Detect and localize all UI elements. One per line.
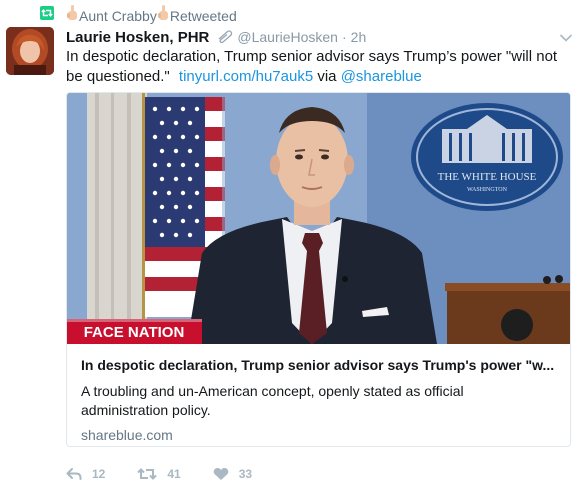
reply-count: 12 xyxy=(92,467,106,481)
like-button[interactable]: 33 xyxy=(213,467,252,481)
tweet-header: Laurie Hosken, PHR @LaurieHosken · 2h xyxy=(66,27,366,47)
retweet-icon xyxy=(137,468,158,480)
seal-title: THE WHITE HOUSE xyxy=(438,171,537,183)
reply-icon xyxy=(66,468,82,480)
reply-button[interactable]: 12 xyxy=(66,467,105,481)
timestamp[interactable]: 2h xyxy=(351,29,367,45)
retweet-count: 41 xyxy=(167,467,181,481)
mention-link[interactable]: @shareblue xyxy=(341,68,422,85)
avatar[interactable] xyxy=(6,27,54,75)
tweet-text: In despotic declaration, Trump senior ad… xyxy=(66,47,571,87)
tweet[interactable]: Aunt Crabby Retweeted Laurie Hosken, PHR xyxy=(0,0,585,496)
retweet-context: Aunt Crabby Retweeted xyxy=(66,5,237,26)
card-image[interactable]: THE WHITE HOUSE WASHINGTON FACE NATION xyxy=(67,93,570,344)
card-title[interactable]: In despotic declaration, Trump senior ad… xyxy=(81,356,556,375)
separator-dot: · xyxy=(341,29,347,45)
paperclip-icon xyxy=(216,30,234,44)
heart-icon xyxy=(213,468,229,480)
card-domain[interactable]: shareblue.com xyxy=(81,426,556,445)
card-body[interactable]: In despotic declaration, Trump senior ad… xyxy=(67,344,570,446)
retweeter-name[interactable]: Aunt Crabby xyxy=(79,7,157,25)
retweet-button[interactable]: 41 xyxy=(137,467,181,481)
tweet-actions: 12 41 33 xyxy=(66,464,284,484)
display-name[interactable]: Laurie Hosken, PHR xyxy=(66,29,209,46)
seal-subtitle: WASHINGTON xyxy=(467,187,508,193)
retweeted-label: Retweeted xyxy=(169,7,237,24)
retweet-indicator-icon xyxy=(40,6,54,20)
like-count: 33 xyxy=(238,467,253,481)
handle[interactable]: @LaurieHosken xyxy=(237,29,338,45)
card-description: A troubling and un-American concept, ope… xyxy=(81,383,464,418)
link-card[interactable]: THE WHITE HOUSE WASHINGTON FACE NATION I… xyxy=(66,92,571,447)
face-the-nation-logo: FACE NATION xyxy=(84,324,185,341)
middle-finger-emoji-icon xyxy=(66,5,79,26)
tweet-link[interactable]: tinyurl.com/hu7auk5 xyxy=(179,68,313,85)
chevron-down-icon[interactable] xyxy=(559,30,573,42)
middle-finger-emoji-icon xyxy=(157,5,170,26)
via-label: via xyxy=(317,68,337,85)
